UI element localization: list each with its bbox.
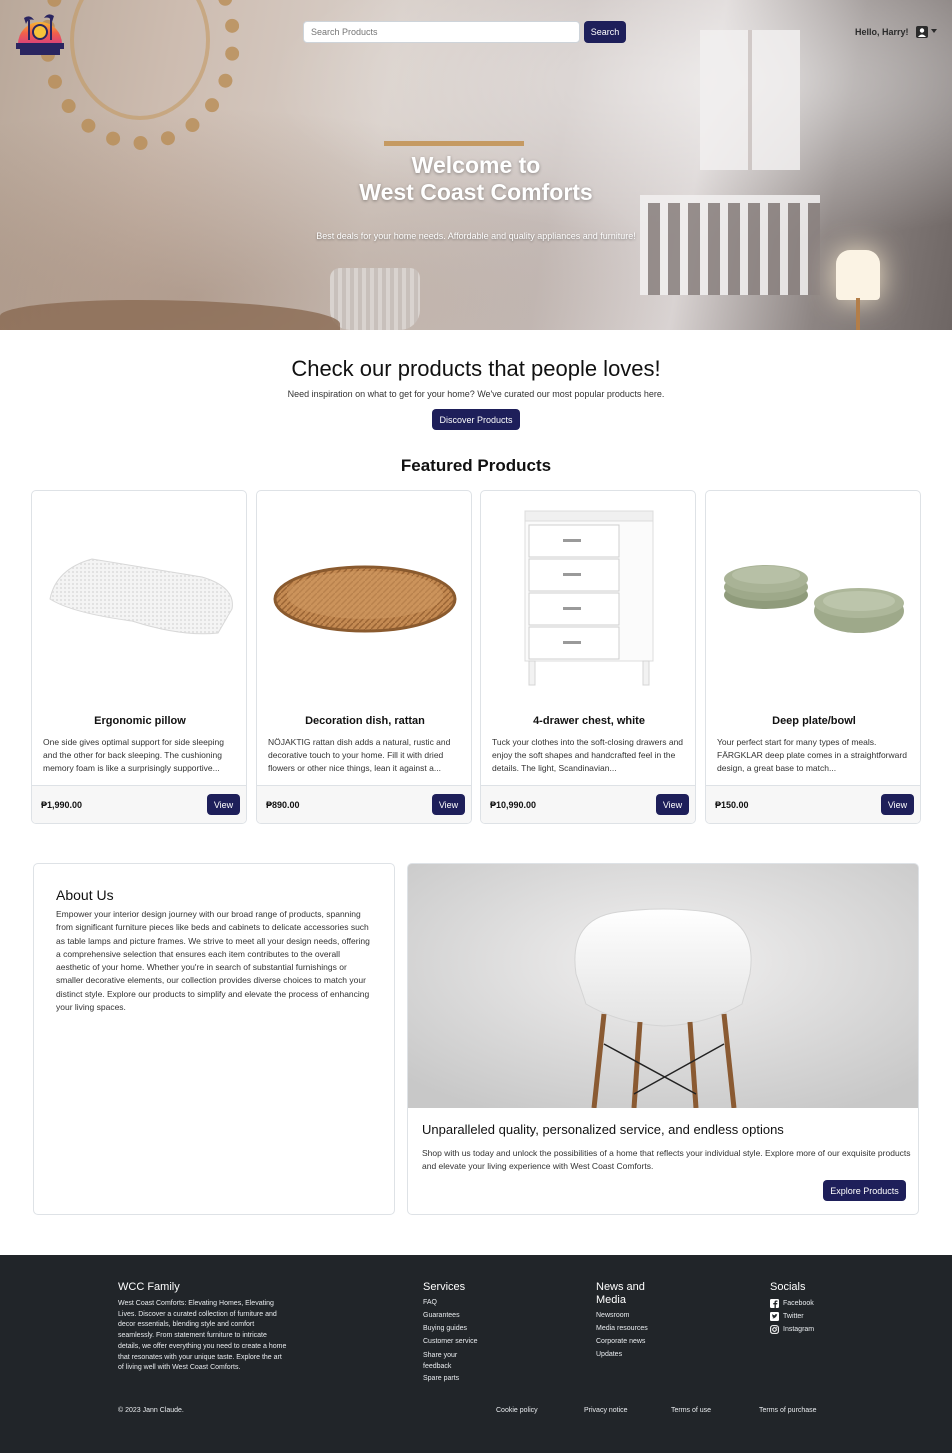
search-input[interactable] bbox=[303, 21, 580, 43]
product-card-footer: ₱1,990.00 View bbox=[32, 785, 246, 823]
footer-link-updates[interactable]: Updates bbox=[596, 1351, 622, 1358]
loves-subtitle: Need inspiration on what to get for your… bbox=[287, 389, 665, 399]
promo-text: Shop with us today and unlock the possib… bbox=[422, 1148, 911, 1171]
hero-title-line1: Welcome to bbox=[411, 152, 541, 178]
about-us-text: Empower your interior design journey wit… bbox=[56, 909, 370, 1013]
footer-link-privacy-notice[interactable]: Privacy notice bbox=[584, 1407, 628, 1414]
product-card-footer: ₱10,990.00 View bbox=[481, 785, 695, 823]
hero-subtitle: Best deals for your home needs. Affordab… bbox=[316, 231, 636, 241]
product-name: Ergonomic pillow bbox=[94, 715, 186, 727]
product-card-footer: ₱890.00 View bbox=[257, 785, 471, 823]
explore-products-button[interactable]: Explore Products bbox=[823, 1180, 906, 1201]
search-button[interactable]: Search bbox=[584, 21, 626, 43]
footer-link-terms-of-purchase[interactable]: Terms of purchase bbox=[759, 1407, 817, 1414]
product-description: One side gives optimal support for side … bbox=[43, 737, 224, 773]
footer-link-instagram[interactable]: Instagram bbox=[770, 1325, 814, 1334]
footer-link-media-resources[interactable]: Media resources bbox=[596, 1325, 648, 1332]
footer-services-title: Services bbox=[423, 1281, 466, 1293]
instagram-label: Instagram bbox=[783, 1326, 815, 1333]
hero-lamp-decor bbox=[836, 250, 880, 300]
footer-link-terms-of-use[interactable]: Terms of use bbox=[671, 1407, 711, 1414]
hero-hooks-decor bbox=[384, 118, 524, 146]
promo-title: Unparalleled quality, personalized servi… bbox=[422, 1122, 784, 1137]
product-image-rattan-dish bbox=[273, 565, 457, 633]
product-card: Ergonomic pillow One side gives optimal … bbox=[31, 490, 247, 824]
footer-link-facebook[interactable]: Facebook bbox=[770, 1299, 814, 1308]
twitter-icon bbox=[770, 1312, 779, 1321]
user-icon[interactable] bbox=[916, 26, 928, 38]
footer-link-customer-service[interactable]: Customer service bbox=[423, 1338, 477, 1345]
footer-news-title: News and Media bbox=[596, 1281, 645, 1306]
product-card: 4-drawer chest, white Tuck your clothes … bbox=[480, 490, 696, 824]
product-name: Decoration dish, rattan bbox=[305, 715, 425, 727]
twitter-label: Twitter bbox=[783, 1313, 804, 1320]
site-logo[interactable] bbox=[14, 10, 66, 56]
product-name: 4-drawer chest, white bbox=[533, 715, 645, 727]
footer-link-faq[interactable]: FAQ bbox=[423, 1299, 437, 1306]
footer-link-cookie-policy[interactable]: Cookie policy bbox=[496, 1407, 538, 1414]
view-product-button[interactable]: View bbox=[207, 794, 240, 815]
hero-lamp-stand bbox=[856, 298, 860, 330]
instagram-icon bbox=[770, 1325, 779, 1334]
site-footer: WCC Family West Coast Comforts: Elevatin… bbox=[0, 1255, 952, 1453]
about-us-title: About Us bbox=[56, 887, 114, 903]
product-card: Decoration dish, rattan NÖJAKTIG rattan … bbox=[256, 490, 472, 824]
product-description: Tuck your clothes into the soft-closing … bbox=[492, 737, 684, 773]
footer-link-buying-guides[interactable]: Buying guides bbox=[423, 1325, 467, 1332]
view-product-button[interactable]: View bbox=[881, 794, 914, 815]
footer-link-corporate-news[interactable]: Corporate news bbox=[596, 1338, 645, 1345]
discover-products-button[interactable]: Discover Products bbox=[432, 409, 520, 430]
product-price: ₱1,990.00 bbox=[41, 800, 83, 810]
product-image-deep-plate bbox=[724, 565, 904, 633]
footer-link-share-feedback[interactable]: Share your feedback bbox=[423, 1351, 467, 1372]
about-us-card: About Us Empower your interior design jo… bbox=[33, 863, 395, 1215]
product-description: NÖJAKTIG rattan dish adds a natural, rus… bbox=[268, 737, 451, 773]
hero-title-line2: West Coast Comforts bbox=[359, 179, 593, 205]
hero-banner: Search Hello, Harry! Welcome to West Coa… bbox=[0, 0, 952, 330]
product-image-drawer-chest bbox=[524, 510, 654, 686]
facebook-label: Facebook bbox=[783, 1300, 814, 1307]
facebook-icon bbox=[770, 1299, 779, 1308]
footer-socials-title: Socials bbox=[770, 1281, 806, 1293]
loves-title: Check our products that people loves! bbox=[291, 356, 661, 381]
promo-chair-image bbox=[408, 864, 918, 1108]
hero-basket-decor bbox=[330, 268, 420, 330]
chevron-down-icon[interactable] bbox=[931, 29, 937, 33]
product-price: ₱150.00 bbox=[715, 800, 749, 810]
featured-title: Featured Products bbox=[400, 456, 552, 475]
view-product-button[interactable]: View bbox=[432, 794, 465, 815]
product-image-pillow bbox=[49, 558, 233, 635]
footer-link-guarantees[interactable]: Guarantees bbox=[423, 1312, 460, 1319]
footer-link-twitter[interactable]: Twitter bbox=[770, 1312, 804, 1321]
product-price: ₱10,990.00 bbox=[490, 800, 537, 810]
footer-family-title: WCC Family bbox=[118, 1281, 180, 1293]
hero-window-decor bbox=[700, 30, 800, 170]
user-greeting: Hello, Harry! bbox=[855, 27, 909, 37]
product-card-footer: ₱150.00 View bbox=[706, 785, 920, 823]
product-price: ₱890.00 bbox=[266, 800, 300, 810]
promo-card: Unparalleled quality, personalized servi… bbox=[407, 863, 919, 1215]
footer-copyright: © 2023 Jann Claude. bbox=[118, 1407, 184, 1414]
hero-crib-decor bbox=[640, 195, 820, 295]
product-name: Deep plate/bowl bbox=[772, 715, 856, 727]
footer-link-spare-parts[interactable]: Spare parts bbox=[423, 1375, 459, 1382]
product-description: Your perfect start for many types of mea… bbox=[717, 737, 907, 773]
footer-link-newsroom[interactable]: Newsroom bbox=[596, 1312, 629, 1319]
footer-family-text: West Coast Comforts: Elevating Homes, El… bbox=[118, 1300, 287, 1372]
product-card: Deep plate/bowl Your perfect start for m… bbox=[705, 490, 921, 824]
view-product-button[interactable]: View bbox=[656, 794, 689, 815]
